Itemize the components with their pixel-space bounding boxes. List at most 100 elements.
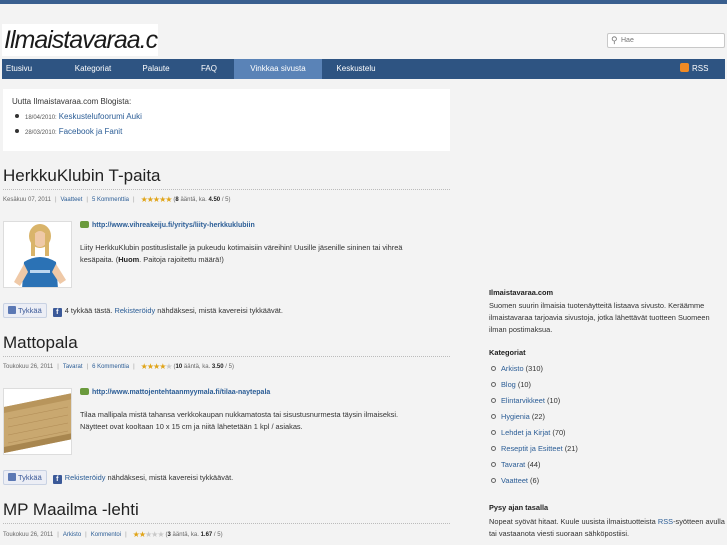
like-info-text: nähdäksesi, mistä kavereisi tykkäävät. (107, 473, 234, 482)
nav-item-faq[interactable]: FAQ (196, 59, 222, 79)
bullet-icon (491, 382, 496, 387)
rating-stars[interactable]: ★★★★★ (133, 530, 165, 539)
category-count: (22) (531, 412, 545, 421)
thumbs-up-icon (8, 473, 16, 481)
facebook-like-bar: Tykkää f 4 tykkää tästä. Rekisteröidy nähd… (3, 303, 283, 318)
post-comments-link[interactable]: 6 Kommenttia (92, 364, 129, 370)
post-url-text[interactable]: http://www.mattojentehtaanmyymala.fi/til… (92, 389, 270, 396)
post-category-link[interactable]: Arkisto (63, 532, 81, 538)
post-url[interactable]: http://www.vihreakeiju.fi/yritys/liity-h… (80, 221, 255, 229)
post-description: Liity HerkkuKlubin postituslistalle ja p… (80, 242, 420, 266)
like-button-label: Tykkää (18, 473, 42, 482)
sidebar-about-title: Ilmaistavaraa.com (489, 288, 554, 297)
sidebar-category-item: Reseptit ja Esitteet (21) (491, 444, 578, 453)
top-accent-bar (0, 0, 727, 4)
bullet-icon (15, 114, 19, 118)
category-link[interactable]: Lehdet ja Kirjat (501, 428, 550, 437)
post-meta: Kesäkuu 07, 2011 | Vaatteet | 5 Kommenttia | ★… (3, 195, 231, 204)
facebook-icon: f (52, 308, 62, 317)
post-date: Kesäkuu 07, 2011 (3, 197, 51, 203)
blog-news-date: 18/04/2010: (25, 115, 57, 121)
sidebar-category-item: Vaatteet (6) (491, 476, 539, 485)
post-thumbnail[interactable] (3, 221, 72, 288)
blog-news-box: Uutta Ilmaistavaraa.com Blogista: 18/04/… (3, 89, 450, 151)
bullet-icon (491, 478, 496, 483)
rating-average: 4.50 (208, 197, 221, 203)
blog-news-item: 18/04/2010: Keskustelufoorumi Auki (15, 112, 142, 121)
nav-item-etusivu[interactable]: Etusivu (2, 59, 36, 79)
category-link[interactable]: Reseptit ja Esitteet (501, 444, 563, 453)
post-description-text: Tilaa mallipala mistä tahansa verkkokaup… (80, 410, 399, 431)
post-url[interactable]: http://www.mattojentehtaanmyymala.fi/til… (80, 388, 270, 396)
bullet-icon (491, 366, 496, 371)
bullet-icon (491, 462, 496, 467)
thumbs-up-icon (8, 306, 16, 314)
register-link[interactable]: Rekisteröidy (65, 473, 106, 482)
post-thumbnail[interactable] (3, 388, 72, 455)
like-button[interactable]: Tykkää (3, 470, 47, 485)
post-divider (3, 356, 450, 357)
blog-news-link[interactable]: Facebook ja Fanit (59, 127, 123, 136)
sidebar-stay-title: Pysy ajan tasalla (489, 503, 549, 512)
search-input[interactable] (621, 34, 723, 47)
votes-suffix: ääntä, ka. (183, 364, 211, 370)
search-box[interactable]: ⚲ (607, 33, 725, 48)
nav-item-kategoriat[interactable]: Kategoriat (72, 59, 114, 79)
carpet-sample-image (4, 389, 71, 454)
post-title[interactable]: Mattopala (3, 333, 78, 353)
rss-feed-link[interactable]: RSS (658, 517, 673, 526)
category-link[interactable]: Vaatteet (501, 476, 528, 485)
sidebar-category-item: Arkisto (310) (491, 364, 543, 373)
like-info: f Rekisteröidy nähdäksesi, mistä kavereis… (52, 470, 234, 485)
category-link[interactable]: Hygienia (501, 412, 530, 421)
post-comments-link[interactable]: Kommentoi (91, 532, 121, 538)
blog-news-link[interactable]: Keskustelufoorumi Auki (59, 112, 142, 121)
rss-label: RSS (692, 64, 709, 73)
category-link[interactable]: Tavarat (501, 460, 525, 469)
tshirt-model-image (4, 222, 71, 287)
facebook-like-bar: Tykkää f Rekisteröidy nähdäksesi, mistä ka… (3, 470, 233, 485)
nav-item-palaute[interactable]: Palaute (140, 59, 172, 79)
star-icon[interactable]: ★ (157, 530, 164, 539)
nav-item-vinkkaa-sivusta[interactable]: Vinkkaa sivusta (234, 59, 322, 79)
category-count: (44) (527, 460, 541, 469)
sidebar-stay-text: Nopeat syövät hitaat. Kuule uusista ilma… (489, 516, 725, 540)
post-meta: Toukokuu 26, 2011 | Tavarat | 6 Kommenttia | ★… (3, 362, 234, 371)
post-title[interactable]: HerkkuKlubin T-paita (3, 166, 161, 186)
nav-item-keskustelu[interactable]: Keskustelu (332, 59, 380, 79)
star-icon[interactable]: ★ (165, 195, 172, 204)
bullet-icon (15, 129, 19, 133)
votes-suffix: ääntä, ka. (172, 532, 199, 538)
post-url-text[interactable]: http://www.vihreakeiju.fi/yritys/liity-h… (92, 222, 255, 229)
sidebar-category-item: Blog (10) (491, 380, 531, 389)
sidebar-category-item: Tavarat (44) (491, 460, 540, 469)
sidebar-about-text: Suomen suurin ilmaisia tuotenäytteitä li… (489, 301, 710, 334)
category-count: (21) (564, 444, 578, 453)
post-category-link[interactable]: Tavarat (63, 364, 83, 370)
star-icon[interactable]: ★ (165, 362, 172, 371)
category-link[interactable]: Elintarvikkeet (501, 396, 545, 405)
rss-link[interactable]: RSS (680, 59, 708, 79)
category-link[interactable]: Blog (501, 380, 516, 389)
sidebar-categories-title: Kategoriat (489, 348, 526, 357)
post-description: Tilaa mallipala mistä tahansa verkkokaup… (80, 409, 420, 433)
post-date: Toukokuu 26, 2011 (3, 532, 54, 538)
post-divider (3, 523, 450, 524)
like-button[interactable]: Tykkää (3, 303, 47, 318)
category-count: (10) (547, 396, 561, 405)
post-title[interactable]: MP Maailma -lehti (3, 500, 139, 520)
blog-news-date: 28/03/2010: (25, 130, 57, 136)
like-info-text: nähdäksesi, mistä kavereisi tykkäävät. (157, 306, 283, 315)
rating-stars[interactable]: ★★★★★ (141, 195, 173, 204)
category-link[interactable]: Arkisto (501, 364, 524, 373)
rating-stars[interactable]: ★★★★★ (141, 362, 173, 371)
post-comments-link[interactable]: 5 Kommenttia (92, 197, 129, 203)
rating-max: / 5) (213, 532, 223, 538)
search-icon: ⚲ (611, 35, 618, 45)
bullet-icon (491, 398, 496, 403)
register-link[interactable]: Rekisteröidy (114, 306, 155, 315)
rating-average: 1.67 (200, 532, 213, 538)
site-logo[interactable]: Ilmaistavaraa.com (2, 24, 158, 56)
rating-max: / 5) (221, 197, 231, 203)
post-category-link[interactable]: Vaatteet (61, 197, 83, 203)
